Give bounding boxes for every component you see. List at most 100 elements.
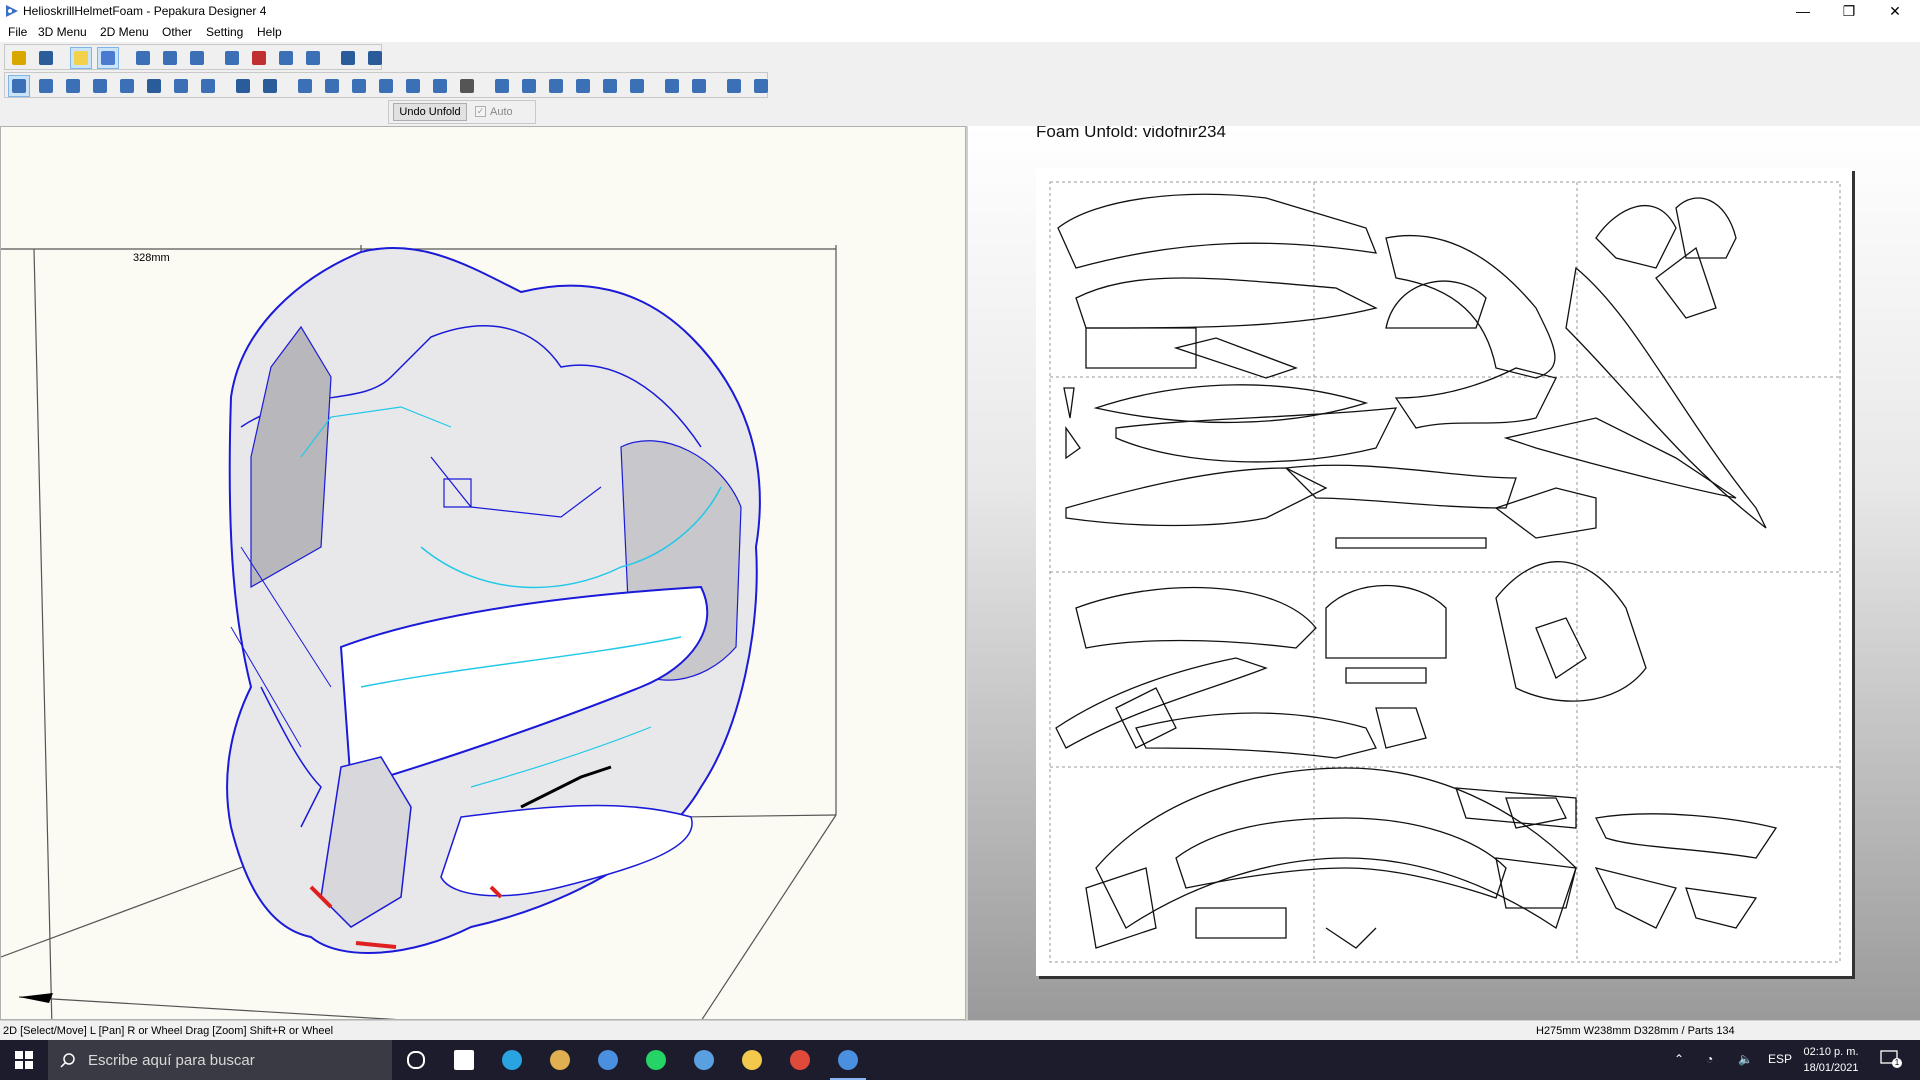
installer-taskbar-button[interactable] <box>680 1040 728 1080</box>
cylinder-button[interactable] <box>222 48 242 68</box>
rotate-part-button[interactable] <box>36 76 56 96</box>
menu-3d[interactable]: 3D Menu <box>38 25 87 39</box>
axis-button[interactable] <box>249 48 269 68</box>
network-icon[interactable]: ◔ <box>1706 1052 1713 1066</box>
rotate-button[interactable] <box>133 48 153 68</box>
single-view-button[interactable] <box>365 48 385 68</box>
file-explorer-taskbar-button[interactable] <box>728 1040 776 1080</box>
link-button[interactable] <box>303 48 323 68</box>
file-explorer-icon <box>742 1050 762 1070</box>
preview-button[interactable] <box>430 76 450 96</box>
align-left-button[interactable] <box>492 76 512 96</box>
fit-button[interactable] <box>724 76 744 96</box>
search-icon <box>60 1053 75 1068</box>
page-grid <box>1049 181 1841 963</box>
toolbar-main <box>4 44 382 70</box>
skype-taskbar-button[interactable] <box>488 1040 536 1080</box>
menu-other[interactable]: Other <box>162 25 192 39</box>
paint-taskbar-button[interactable] <box>536 1040 584 1080</box>
align-right-button[interactable] <box>546 76 566 96</box>
grid-button[interactable] <box>751 76 771 96</box>
unfold-layout[interactable] <box>1036 168 1852 976</box>
export-button[interactable] <box>403 76 423 96</box>
flap-button[interactable] <box>117 76 137 96</box>
model-button[interactable] <box>187 48 207 68</box>
save-button[interactable] <box>36 48 56 68</box>
single-view-icon <box>368 51 382 65</box>
scale-button[interactable] <box>322 76 342 96</box>
text-button[interactable] <box>144 76 164 96</box>
align-top-button[interactable] <box>573 76 593 96</box>
toolbar-2d <box>4 72 768 98</box>
open-icon <box>12 51 26 65</box>
align-bottom-icon <box>630 79 644 93</box>
whatsapp-taskbar-button[interactable] <box>632 1040 680 1080</box>
join-button[interactable] <box>63 76 83 96</box>
pepakura-active-taskbar-button[interactable] <box>824 1040 872 1080</box>
restore-button[interactable]: ❐ <box>1826 0 1872 22</box>
select-move-button[interactable] <box>8 75 30 97</box>
mirror-button[interactable] <box>276 48 296 68</box>
menu-help[interactable]: Help <box>257 25 282 39</box>
notification-count: 1 <box>1892 1058 1902 1068</box>
undo-button[interactable] <box>233 76 253 96</box>
windows-taskbar: Escribe aquí para buscar ⌃ ◔ 🔈 ESP 02:10… <box>0 1040 1920 1080</box>
align-middle-button[interactable] <box>600 76 620 96</box>
texture-button[interactable] <box>97 47 119 69</box>
unfolded-parts <box>1055 193 1778 949</box>
view-2d[interactable]: Foam Unfold: vidofnir234 <box>968 126 1920 1020</box>
undo-unfold-bar: Undo Unfold ✓ Auto <box>388 100 536 124</box>
align-bottom-button[interactable] <box>627 76 647 96</box>
open-button[interactable] <box>9 48 29 68</box>
notification-center-icon[interactable]: 1 <box>1880 1050 1902 1070</box>
tray-chevron-icon[interactable]: ⌃ <box>1674 1052 1684 1066</box>
page-button[interactable] <box>376 76 396 96</box>
light-icon <box>74 51 88 65</box>
print-button[interactable] <box>457 76 477 96</box>
split-view-button[interactable] <box>338 48 358 68</box>
model-3d-canvas[interactable]: 328mm <box>1 127 966 1020</box>
distribute-v-button[interactable] <box>689 76 709 96</box>
model-icon <box>190 51 204 65</box>
auto-checkbox[interactable]: ✓ <box>475 106 486 117</box>
start-button[interactable] <box>0 1040 48 1080</box>
cortana-icon <box>407 1051 425 1069</box>
dimension-label: 328mm <box>133 252 170 264</box>
redo-button[interactable] <box>260 76 280 96</box>
grid-icon <box>754 79 768 93</box>
view-3d[interactable]: 328mm <box>0 126 966 1020</box>
layout-button[interactable] <box>349 76 369 96</box>
menu-setting[interactable]: Setting <box>206 25 243 39</box>
close-button[interactable]: ✕ <box>1872 0 1918 22</box>
menu-2d[interactable]: 2D Menu <box>100 25 149 39</box>
task-view-taskbar-button[interactable] <box>440 1040 488 1080</box>
align-middle-icon <box>603 79 617 93</box>
cortana-taskbar-button[interactable] <box>392 1040 440 1080</box>
chrome-taskbar-button[interactable] <box>776 1040 824 1080</box>
volume-icon[interactable]: 🔈 <box>1738 1052 1753 1066</box>
book-button[interactable] <box>295 76 315 96</box>
cylinder-icon <box>225 51 239 65</box>
language-indicator[interactable]: ESP <box>1768 1052 1792 1066</box>
installer-icon <box>694 1050 714 1070</box>
taskbar-clock[interactable]: 02:10 p. m. 18/01/2021 <box>1796 1044 1866 1076</box>
unfold-sheet[interactable] <box>1036 168 1852 976</box>
edge-button[interactable] <box>90 76 110 96</box>
align-center-button[interactable] <box>519 76 539 96</box>
minimize-button[interactable]: — <box>1780 0 1826 22</box>
box-button[interactable] <box>198 76 218 96</box>
undo-unfold-button[interactable]: Undo Unfold <box>393 103 467 121</box>
taskbar-search[interactable]: Escribe aquí para buscar <box>48 1040 392 1080</box>
distribute-h-button[interactable] <box>662 76 682 96</box>
pepakura-taskbar-button[interactable] <box>584 1040 632 1080</box>
undo-icon <box>236 79 250 93</box>
unfold-button[interactable] <box>160 48 180 68</box>
image-button[interactable] <box>171 76 191 96</box>
link-icon <box>306 51 320 65</box>
light-button[interactable] <box>70 47 92 69</box>
text-icon <box>147 79 161 93</box>
window-title: HelioskrillHelmetFoam - Pepakura Designe… <box>23 4 267 18</box>
scale-icon <box>325 79 339 93</box>
menu-file[interactable]: File <box>8 25 27 39</box>
edge-icon <box>93 79 107 93</box>
